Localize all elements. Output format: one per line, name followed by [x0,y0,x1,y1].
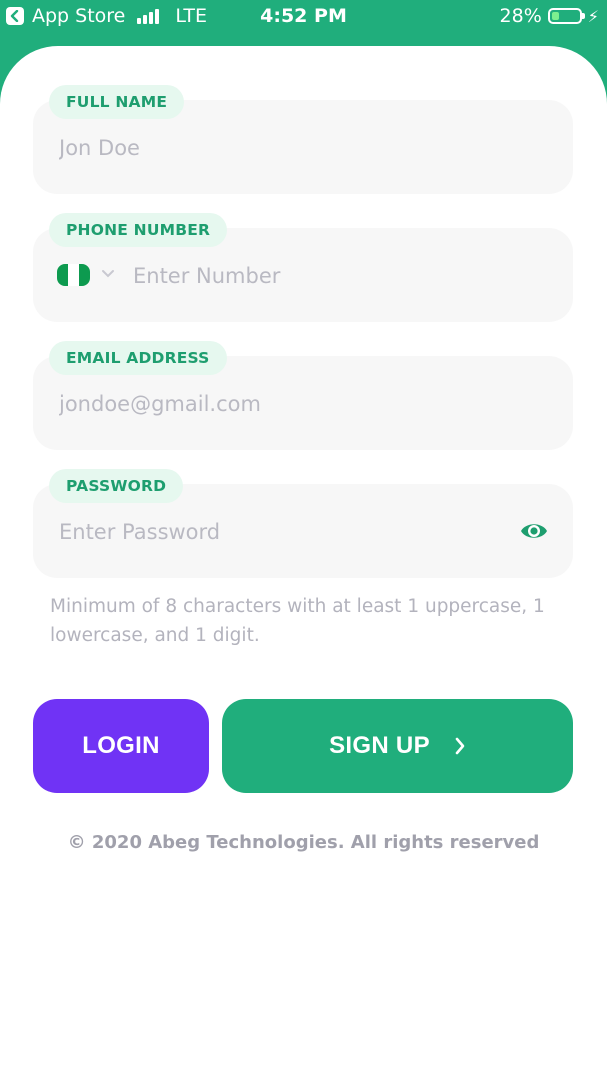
nigeria-flag-icon[interactable] [57,264,90,286]
login-button-label: LOGIN [82,732,160,759]
login-button[interactable]: LOGIN [33,699,209,793]
flag-stripe-middle [68,264,79,286]
signup-button[interactable]: SIGN UP [222,699,573,793]
flag-stripe-right [79,264,90,286]
phone-label: PHONE NUMBER [49,213,228,247]
battery-percent: 28% [499,5,542,27]
battery-fill [551,12,560,20]
password-hint: Minimum of 8 characters with at least 1 … [50,596,545,646]
chevron-right-icon [455,737,465,755]
status-bar: App Store LTE 4:52 PM 28% ⚡ [0,0,607,34]
eye-icon[interactable] [519,517,549,545]
battery-icon [547,8,585,24]
copyright-footer: © 2020 Abeg Technologies. All rights res… [67,832,540,853]
chevron-down-icon[interactable] [101,268,115,280]
status-bar-right: 28% ⚡ [500,5,599,27]
charging-icon: ⚡ [587,6,599,26]
signup-button-label: SIGN UP [329,732,430,759]
full-name-label: FULL NAME [49,85,185,119]
password-label: PASSWORD [49,469,184,503]
flag-stripe-left [57,264,68,286]
email-label: EMAIL ADDRESS [49,341,227,375]
